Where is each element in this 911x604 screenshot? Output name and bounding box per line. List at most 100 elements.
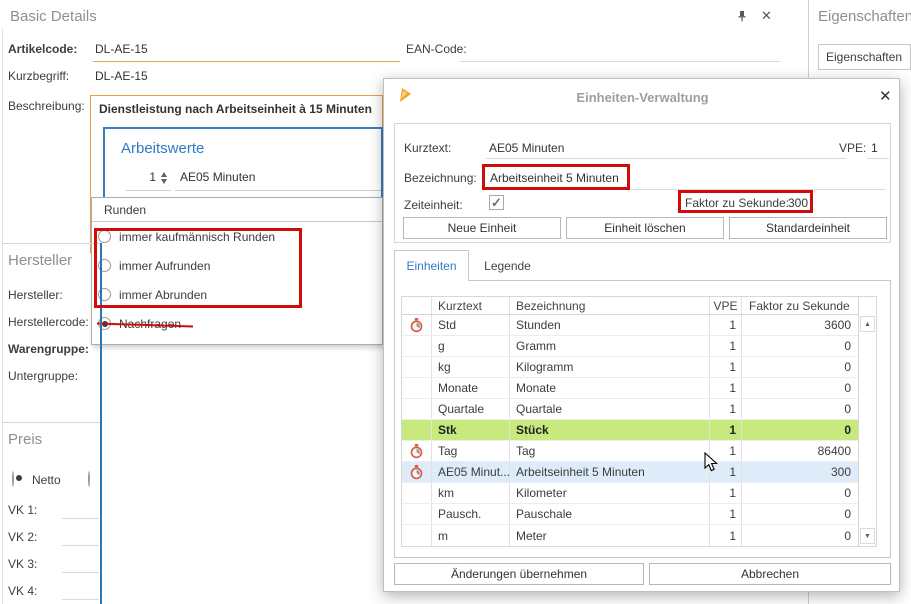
- vpe-underline: [867, 158, 889, 159]
- table-row[interactable]: MonateMonate10: [402, 378, 858, 399]
- table-row[interactable]: mMeter10: [402, 525, 858, 546]
- tab-einheiten[interactable]: Einheiten: [394, 250, 469, 281]
- quantity-stepper[interactable]: [161, 172, 167, 184]
- header-bezeichnung[interactable]: Bezeichnung: [510, 297, 710, 314]
- header-faktor[interactable]: Faktor zu Sekunde: [742, 297, 858, 314]
- scroll-down-icon[interactable]: ▼: [860, 528, 875, 544]
- cell-bezeichnung: Pauschale: [510, 504, 710, 524]
- close-icon-basic-details[interactable]: ✕: [761, 8, 772, 24]
- tab-legende[interactable]: Legende: [469, 250, 546, 281]
- hersteller-separator: [2, 243, 100, 244]
- cell-kurztext: Quartale: [432, 399, 510, 419]
- artikelcode-input[interactable]: DL-AE-15: [95, 42, 148, 56]
- annotation-box-bezeichnung: [482, 164, 630, 190]
- header-vpe[interactable]: VPE: [710, 297, 742, 314]
- preis-separator: [2, 422, 100, 423]
- cell-kurztext: Pausch.: [432, 504, 510, 524]
- cell-bezeichnung: Kilogramm: [510, 357, 710, 377]
- zeiteinheit-checkbox[interactable]: ✓: [489, 195, 504, 210]
- table-row[interactable]: AE05 Minut...Arbeitseinheit 5 Minuten130…: [402, 462, 858, 483]
- delete-unit-button[interactable]: Einheit löschen: [566, 217, 724, 239]
- close-icon-dialog[interactable]: ✕: [879, 87, 892, 105]
- stepper-down-icon[interactable]: [161, 179, 167, 184]
- cell-vpe: 1: [710, 336, 742, 356]
- new-unit-button[interactable]: Neue Einheit: [403, 217, 561, 239]
- stopwatch-icon: [402, 462, 432, 482]
- cell-bezeichnung: Arbeitseinheit 5 Minuten: [510, 462, 710, 482]
- cell-faktor: 0: [742, 336, 858, 356]
- ean-input[interactable]: [460, 61, 780, 62]
- hersteller-label: Hersteller:: [8, 288, 63, 302]
- unit-field[interactable]: AE05 Minuten: [180, 170, 255, 184]
- netto-radio[interactable]: [12, 471, 14, 487]
- table-row[interactable]: kgKilogramm10: [402, 357, 858, 378]
- cancel-button[interactable]: Abbrechen: [649, 563, 891, 585]
- vk3-label: VK 3:: [8, 557, 37, 571]
- panel-left-border: [2, 28, 3, 604]
- panel-title-hersteller: Hersteller: [8, 252, 72, 269]
- units-table-rows: StdStunden13600gGramm10kgKilogramm10Mona…: [402, 315, 858, 546]
- zeiteinheit-label: Zeiteinheit:: [404, 198, 463, 212]
- cell-vpe: 1: [710, 357, 742, 377]
- kurzbegriff-input[interactable]: DL-AE-15: [95, 69, 148, 83]
- cell-bezeichnung: Stunden: [510, 315, 710, 335]
- herstellercode-label: Herstellercode:: [8, 315, 89, 329]
- apply-button[interactable]: Änderungen übernehmen: [394, 563, 644, 585]
- cell-faktor: 0: [742, 504, 858, 524]
- beschreibung-label: Beschreibung:: [8, 99, 85, 113]
- cell-bezeichnung: Kilometer: [510, 483, 710, 503]
- cell-bezeichnung: Stück: [510, 420, 710, 440]
- kurztext-input[interactable]: AE05 Minuten: [489, 141, 564, 155]
- dialog-title: Einheiten-Verwaltung: [384, 90, 901, 105]
- table-row[interactable]: kmKilometer10: [402, 483, 858, 504]
- cell-vpe: 1: [710, 378, 742, 398]
- scroll-up-icon[interactable]: ▲: [860, 316, 875, 332]
- brutto-radio[interactable]: [88, 471, 90, 487]
- standard-unit-button[interactable]: Standardeinheit: [729, 217, 887, 239]
- table-scrollbar[interactable]: ▲ ▼: [858, 297, 876, 546]
- cell-kurztext: Tag: [432, 441, 510, 461]
- cell-bezeichnung: Tag: [510, 441, 710, 461]
- vk4-label: VK 4:: [8, 584, 37, 598]
- cell-kurztext: AE05 Minut...: [432, 462, 510, 482]
- mouse-cursor: [704, 452, 719, 476]
- runden-option[interactable]: Nachfragen: [92, 309, 382, 338]
- quantity-stepper-value[interactable]: 1: [144, 170, 156, 184]
- cell-bezeichnung: Quartale: [510, 399, 710, 419]
- cell-bezeichnung: Gramm: [510, 336, 710, 356]
- vk2-input[interactable]: [62, 545, 99, 546]
- stepper-up-icon[interactable]: [161, 172, 167, 177]
- vk4-input[interactable]: [62, 599, 99, 600]
- tab-eigenschaften[interactable]: Eigenschaften: [818, 44, 911, 70]
- pin-icon[interactable]: [736, 10, 748, 25]
- stopwatch-icon: [402, 441, 432, 461]
- header-kurztext[interactable]: Kurztext: [432, 297, 510, 314]
- kurztext-label: Kurztext:: [404, 141, 451, 155]
- stopwatch-icon: [402, 315, 432, 335]
- panel-title-preis: Preis: [8, 431, 42, 448]
- cell-bezeichnung: Monate: [510, 378, 710, 398]
- header-icon-col: [402, 297, 432, 314]
- table-row[interactable]: StkStück10: [402, 420, 858, 441]
- ean-label: EAN-Code:: [406, 42, 467, 56]
- vk1-input[interactable]: [62, 518, 99, 519]
- icon-cell: [402, 357, 432, 377]
- table-row[interactable]: gGramm10: [402, 336, 858, 357]
- vk3-input[interactable]: [62, 572, 99, 573]
- table-row[interactable]: Pausch.Pauschale10: [402, 504, 858, 525]
- kurzbegriff-label: Kurzbegriff:: [8, 69, 69, 83]
- cell-kurztext: Std: [432, 315, 510, 335]
- table-row[interactable]: QuartaleQuartale10: [402, 399, 858, 420]
- table-row[interactable]: StdStunden13600: [402, 315, 858, 336]
- vpe-input[interactable]: 1: [871, 141, 878, 155]
- runden-header: Runden: [92, 198, 382, 222]
- beschreibung-value: Dienstleistung nach Arbeitseinheit à 15 …: [91, 96, 382, 116]
- cell-kurztext: Monate: [432, 378, 510, 398]
- kurztext-underline: [486, 158, 846, 159]
- annotation-box-runden: [94, 228, 302, 308]
- runden-option-label: Nachfragen: [119, 317, 181, 331]
- annotation-box-faktor: [678, 190, 813, 213]
- table-row[interactable]: TagTag186400: [402, 441, 858, 462]
- cell-kurztext: kg: [432, 357, 510, 377]
- cell-vpe: 1: [710, 315, 742, 335]
